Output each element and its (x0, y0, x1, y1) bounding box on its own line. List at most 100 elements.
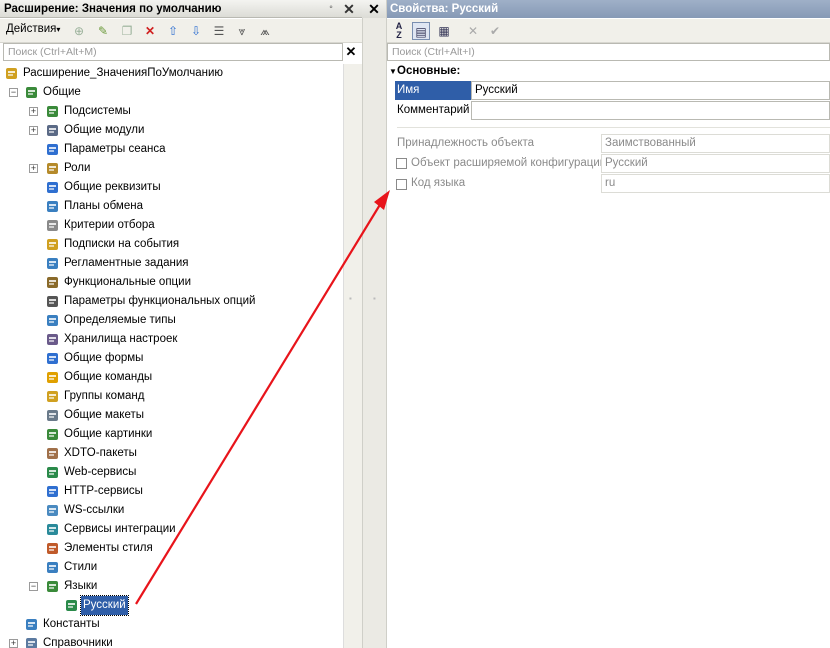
edit-icon[interactable]: ✎ (94, 22, 112, 40)
comment-field[interactable] (471, 101, 830, 120)
exchange-plans-icon (45, 199, 60, 214)
tree-item[interactable]: Общие формы (0, 349, 343, 368)
lang-code-field[interactable]: ru (601, 174, 830, 193)
tree-item[interactable]: Подписки на события (0, 235, 343, 254)
tree-item[interactable]: Общие команды (0, 368, 343, 387)
tree-item[interactable]: Сервисы интеграции (0, 520, 343, 539)
tree-item[interactable]: Стили (0, 558, 343, 577)
cancel-icon[interactable]: ✕ (464, 22, 482, 40)
common-modules-icon (45, 123, 60, 138)
tree-item[interactable]: + Подсистемы (0, 102, 343, 121)
collapse-icon[interactable]: − (29, 582, 38, 591)
delete-icon[interactable]: ✕ (141, 22, 159, 40)
sort-list-icon[interactable]: ☰ (210, 22, 228, 40)
configuration-tree: Расширение_ЗначенияПоУмолчанию − Общие + Под… (0, 64, 343, 648)
session-parameters-icon (45, 142, 60, 157)
lang-code-checkbox[interactable] (396, 179, 407, 190)
properties-search-input[interactable]: Поиск (Ctrl+Alt+I) (387, 43, 830, 61)
common-forms-icon (45, 351, 60, 366)
collapse-section-icon[interactable]: ▼ (389, 64, 397, 79)
tree-item-label: Стили (64, 561, 98, 573)
name-label: Имя (395, 81, 473, 100)
functional-options-icon (45, 275, 60, 290)
expand-icon[interactable]: + (29, 164, 38, 173)
move-down-icon[interactable]: ⇩ (187, 22, 205, 40)
tree-item[interactable]: Общие картинки (0, 425, 343, 444)
tree-item[interactable]: − Языки (0, 577, 343, 596)
expand-icon[interactable]: + (29, 107, 38, 116)
move-up-icon[interactable]: ⇧ (164, 22, 182, 40)
tree-item-label: Группы команд (64, 390, 145, 402)
close-properties-icon[interactable]: ✕ (362, 0, 386, 18)
tree-item[interactable]: XDTO-пакеты (0, 444, 343, 463)
http-services-icon (45, 484, 60, 499)
common-attributes-icon (45, 180, 60, 195)
tree-item[interactable]: HTTP-сервисы (0, 482, 343, 501)
scheduled-jobs-icon (45, 256, 60, 271)
tree-item[interactable]: Критерии отбора (0, 216, 343, 235)
tree-item[interactable]: Хранилища настроек (0, 330, 343, 349)
tree-item[interactable]: Общие макеты (0, 406, 343, 425)
categorized-view-icon[interactable]: ▤ (412, 22, 430, 40)
filter-icon[interactable]: ⩔ (233, 22, 251, 40)
close-panel-icon[interactable]: ✕ (341, 0, 357, 18)
copy-icon[interactable]: ❐ (118, 22, 136, 40)
tree-item[interactable]: Планы обмена (0, 197, 343, 216)
functional-option-parameters-icon (45, 294, 60, 309)
tree-search-input[interactable]: Поиск (Ctrl+Alt+M) (3, 43, 343, 61)
splitter-grip-icon: ▪ (373, 294, 376, 303)
languages-icon (45, 579, 60, 594)
tree-root[interactable]: Расширение_ЗначенияПоУмолчанию (0, 64, 343, 83)
tree-item[interactable]: Константы (0, 615, 343, 634)
tree-item-label: Параметры функциональных опций (64, 295, 256, 307)
tree-item[interactable]: Параметры функциональных опций (0, 292, 343, 311)
tree-item[interactable]: Web-сервисы (0, 463, 343, 482)
tree-item-label: Web-сервисы (64, 466, 137, 478)
tree-item-selected[interactable]: Русский (0, 595, 343, 616)
collapse-icon[interactable]: − (9, 88, 18, 97)
tree-item[interactable]: Функциональные опции (0, 273, 343, 292)
tree-item-label: Сервисы интеграции (64, 523, 176, 535)
actions-menu-button[interactable]: Действия▾ (6, 23, 60, 35)
name-field[interactable]: Русский (471, 81, 830, 100)
expand-icon[interactable]: + (9, 639, 18, 648)
tree-item-label: Расширение_ЗначенияПоУмолчанию (23, 67, 224, 79)
settings-storages-icon (45, 332, 60, 347)
tree-item-label: Константы (43, 618, 100, 630)
tree-item[interactable]: Элементы стиля (0, 539, 343, 558)
panel-splitter[interactable]: ✕ ▪ (362, 0, 387, 648)
filter-clear-icon[interactable]: ⩕ (256, 22, 274, 40)
comment-label: Комментарий (397, 104, 470, 116)
belonging-field[interactable]: Заимствованный (601, 134, 830, 153)
tree-item[interactable]: + Справочники (0, 634, 343, 648)
ext-object-checkbox[interactable] (396, 158, 407, 169)
add-icon[interactable]: ⊕ (70, 22, 88, 40)
integration-services-icon (45, 522, 60, 537)
tree-item[interactable]: + Общие модули (0, 121, 343, 140)
tree-item[interactable]: Общие реквизиты (0, 178, 343, 197)
tree-item-label: Общие модули (64, 124, 145, 136)
apply-icon[interactable]: ✔ (486, 22, 504, 40)
expand-icon[interactable]: + (29, 126, 38, 135)
tree-item-label: Общие (43, 86, 81, 98)
tree-toolbar: Действия▾ ⊕ ✎ ❐ ✕ ⇧ ⇩ ☰ ⩔ ⩕ (0, 19, 362, 43)
tree-item[interactable]: WS-ссылки (0, 501, 343, 520)
ext-object-field[interactable]: Русский (601, 154, 830, 173)
tree-item[interactable]: Параметры сеанса (0, 140, 343, 159)
section-header[interactable]: ▼ Основные: (387, 64, 830, 79)
clear-search-icon[interactable]: ✕ (343, 43, 359, 61)
filter-criteria-icon (45, 218, 60, 233)
tree-scrollbar[interactable]: ▪ (343, 64, 363, 648)
common-commands-icon (45, 370, 60, 385)
panel-menu-icon[interactable]: ◦ (323, 0, 339, 17)
property-pages-icon[interactable]: ▦ (435, 22, 453, 40)
tree-item[interactable]: Регламентные задания (0, 254, 343, 273)
sort-alphabetical-icon[interactable]: AZ (390, 22, 408, 40)
section-divider (397, 127, 830, 128)
tree-group-common[interactable]: − Общие (0, 83, 343, 102)
tree-item[interactable]: + Роли (0, 159, 343, 178)
tree-item[interactable]: Определяемые типы (0, 311, 343, 330)
tree-item[interactable]: Группы команд (0, 387, 343, 406)
configuration-tree-panel: Расширение: Значения по умолчанию ◦ ✕ Де… (0, 0, 363, 648)
actions-menu-label: Действия (6, 23, 57, 35)
